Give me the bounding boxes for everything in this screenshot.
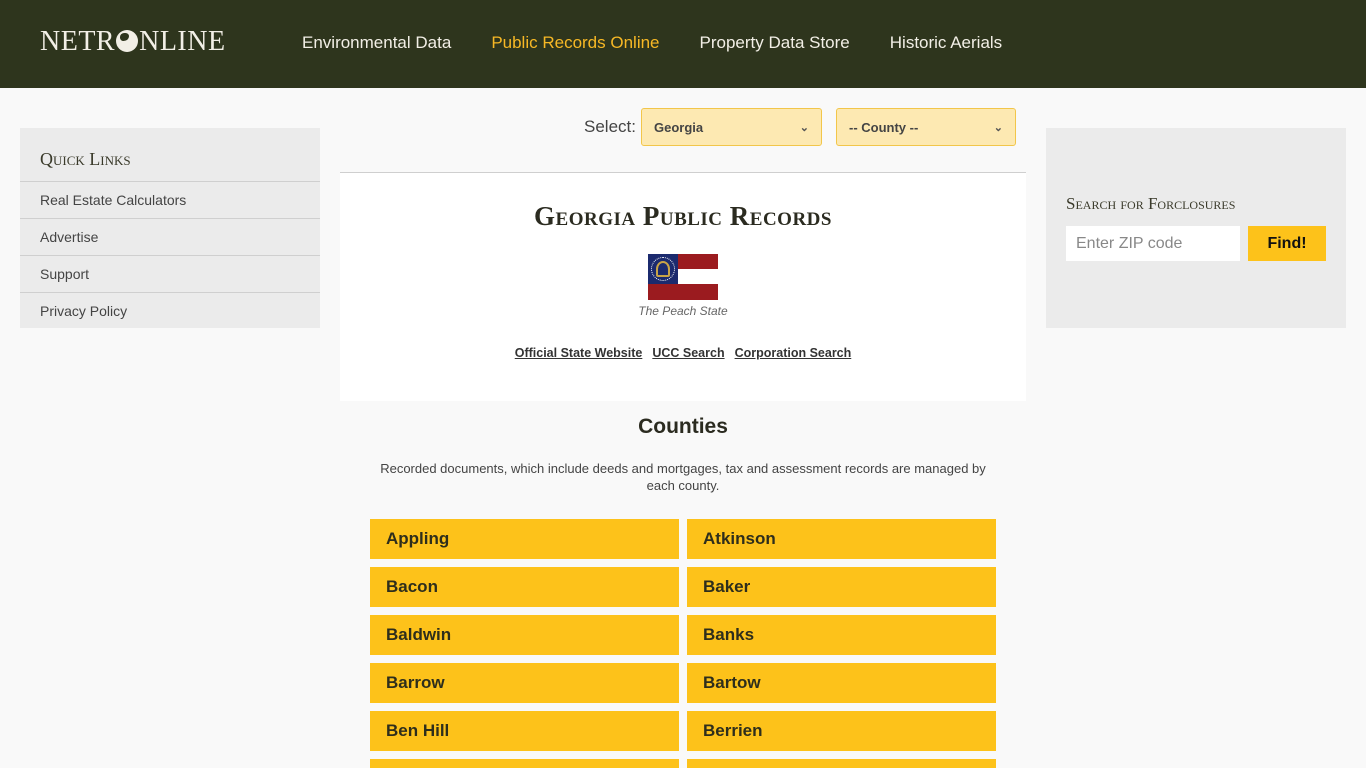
nav-environmental-data[interactable]: Environmental Data [302, 33, 451, 53]
chevron-down-icon: ⌄ [799, 121, 809, 134]
county-select-value: -- County -- [848, 119, 919, 135]
county-button[interactable] [370, 759, 679, 768]
state-nickname: The Peach State [638, 304, 728, 318]
official-state-website-link[interactable]: Official State Website [515, 346, 643, 360]
netronline-logo[interactable]: NETR NLINE [40, 26, 226, 58]
county-button[interactable]: Barrow [370, 663, 679, 703]
nav-public-records-online[interactable]: Public Records Online [491, 33, 659, 53]
zip-code-input[interactable] [1066, 226, 1240, 261]
nav-property-data-store[interactable]: Property Data Store [700, 33, 850, 53]
county-button[interactable]: Baldwin [370, 615, 679, 655]
county-button[interactable]: Baker [687, 567, 996, 607]
county-button[interactable]: Atkinson [687, 519, 996, 559]
county-button[interactable]: Appling [370, 519, 679, 559]
select-label: Select: [584, 117, 636, 136]
county-button[interactable] [687, 759, 996, 768]
counties-description: Recorded documents, which include deeds … [380, 461, 986, 493]
state-select-value: Georgia [653, 119, 704, 135]
state-info-card: Georgia Public Records The Peach State O… [340, 173, 1026, 401]
county-button[interactable]: Bartow [687, 663, 996, 703]
state-county-selector: Select: Georgia ⌄ -- County -- ⌄ [584, 108, 1016, 146]
quick-link-support[interactable]: Support [20, 256, 320, 293]
quick-link-real-estate-calculators[interactable]: Real Estate Calculators [20, 182, 320, 219]
main-nav: Environmental Data Public Records Online… [302, 33, 1002, 53]
ucc-search-link[interactable]: UCC Search [652, 346, 724, 360]
georgia-flag-icon [648, 254, 718, 300]
nav-historic-aerials[interactable]: Historic Aerials [890, 33, 1002, 53]
state-select[interactable]: Georgia ⌄ [640, 108, 822, 146]
chevron-down-icon: ⌄ [993, 121, 1003, 134]
logo-text-right: NLINE [139, 26, 226, 57]
county-list: Appling Atkinson Bacon Baker Baldwin Ban… [370, 519, 996, 768]
county-button[interactable]: Banks [687, 615, 996, 655]
counties-heading: Counties [638, 415, 728, 438]
county-button[interactable]: Bacon [370, 567, 679, 607]
county-button[interactable]: Ben Hill [370, 711, 679, 751]
county-select[interactable]: -- County -- ⌄ [835, 108, 1016, 146]
quick-links-panel: Quick Links Real Estate Calculators Adve… [20, 128, 320, 328]
page-title: Georgia Public Records [534, 201, 832, 231]
quick-links-title: Quick Links [20, 128, 320, 182]
logo-text-left: NETR [40, 26, 116, 57]
quick-link-privacy-policy[interactable]: Privacy Policy [20, 293, 320, 330]
top-navigation-bar: NETR NLINE Environmental Data Public Reco… [0, 0, 1366, 88]
foreclosure-search-panel: Search for Forclosures Find! [1046, 128, 1346, 328]
find-button[interactable]: Find! [1248, 226, 1326, 261]
county-button[interactable]: Berrien [687, 711, 996, 751]
globe-icon [116, 30, 139, 52]
quick-link-advertise[interactable]: Advertise [20, 219, 320, 256]
state-links: Official State Website UCC Search Corpor… [340, 346, 1026, 360]
foreclosure-search-title: Search for Forclosures [1066, 194, 1236, 213]
corporation-search-link[interactable]: Corporation Search [735, 346, 852, 360]
